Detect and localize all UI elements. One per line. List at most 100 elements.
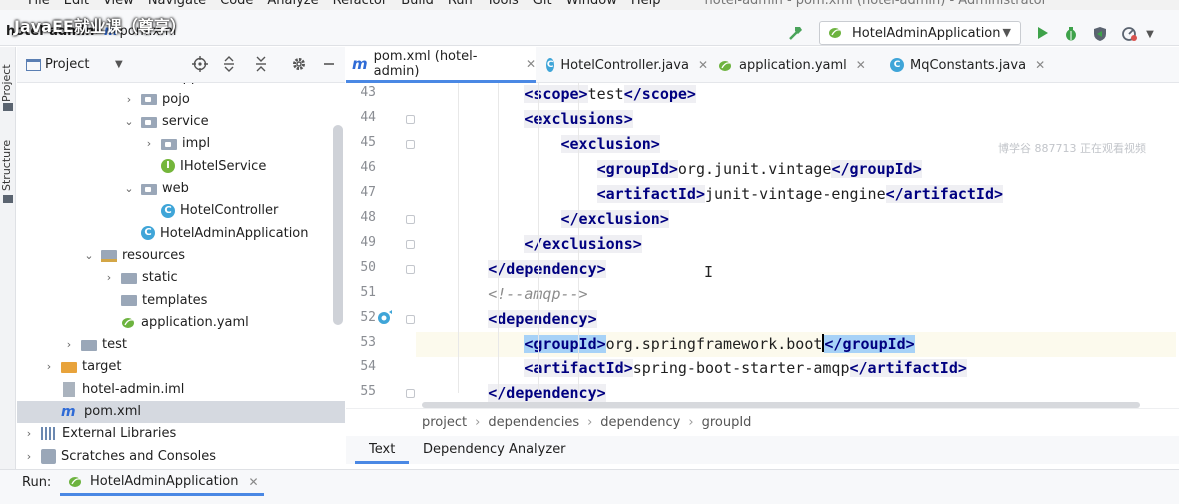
menu-item-file[interactable]: File: [28, 0, 50, 8]
editor-tab[interactable]: C HotelController.java ✕: [540, 47, 708, 83]
xml-tag[interactable]: </scope>: [623, 85, 696, 103]
menu-item-refactor[interactable]: Refactor: [333, 0, 388, 8]
xml-tag[interactable]: </artifactId>: [885, 184, 1004, 203]
close-icon[interactable]: ✕: [698, 58, 708, 72]
close-icon[interactable]: ✕: [1035, 58, 1045, 72]
menu-item-git[interactable]: Git: [533, 0, 552, 8]
chevron-right-icon[interactable]: ›: [123, 93, 135, 106]
tree-item[interactable]: ›mpom.xml: [17, 400, 345, 423]
menu-item-edit[interactable]: Edit: [64, 0, 89, 8]
menu-item-code[interactable]: Code: [220, 0, 253, 8]
breadcrumb-item[interactable]: groupId: [702, 415, 752, 430]
tree-item[interactable]: ›CHotelController: [17, 200, 345, 222]
chevron-right-icon[interactable]: ›: [23, 427, 35, 440]
xml-tag[interactable]: </groupId>: [831, 159, 922, 178]
fold-marker-icon[interactable]: [406, 139, 415, 149]
close-icon[interactable]: ✕: [856, 58, 866, 72]
chevron-right-icon[interactable]: ›: [23, 450, 35, 463]
code-editor[interactable]: 43 44 45 46 47 48 49 50 51 52 53 54 55 <scope>test</…: [346, 83, 1179, 408]
structure-tool-tab[interactable]: Structure: [0, 133, 16, 197]
menu-item-view[interactable]: View: [103, 0, 134, 8]
menu-item-help[interactable]: Help: [631, 0, 661, 8]
tree-item[interactable]: ›templates: [17, 289, 345, 311]
xml-tag[interactable]: <groupId>: [524, 334, 606, 353]
fold-marker-icon[interactable]: [406, 389, 415, 399]
xml-tag[interactable]: <artifactId>: [596, 184, 705, 203]
xml-tag[interactable]: </exclusion>: [560, 209, 669, 228]
run-config-selector[interactable]: HotelAdminApplication ▼: [819, 21, 1021, 45]
debug-icon[interactable]: [1062, 26, 1080, 44]
fold-marker-icon[interactable]: [406, 114, 415, 124]
chevron-down-icon[interactable]: ▼: [1141, 26, 1159, 44]
xml-tag[interactable]: </dependency>: [488, 259, 606, 278]
editor-tab[interactable]: application.yaml ✕: [712, 47, 878, 83]
menu-item-navigate[interactable]: Navigate: [148, 0, 206, 8]
locate-icon[interactable]: [191, 56, 209, 74]
xml-tag[interactable]: </artifactId>: [849, 359, 967, 378]
expand-all-icon[interactable]: [220, 56, 238, 74]
breadcrumb-item[interactable]: dependencies: [488, 415, 579, 430]
run-icon[interactable]: [1033, 26, 1051, 44]
chevron-right-icon[interactable]: ›: [43, 360, 55, 373]
breadcrumb-item[interactable]: dependency: [600, 415, 680, 430]
chevron-down-icon[interactable]: ⌄: [123, 182, 135, 195]
xml-tag[interactable]: <groupId>: [596, 159, 678, 178]
chevron-right-icon[interactable]: ›: [103, 271, 115, 284]
line-number: 47: [360, 184, 376, 200]
tree-item[interactable]: › External Libraries: [17, 423, 345, 445]
xml-tag[interactable]: <dependency>: [488, 309, 597, 328]
run-tab[interactable]: HotelAdminApplication ✕: [60, 470, 264, 496]
tree-item[interactable]: › impl: [17, 133, 345, 155]
build-hammer-icon[interactable]: [787, 24, 805, 42]
xml-tag[interactable]: <exclusion>: [560, 134, 660, 153]
fold-marker-icon[interactable]: [406, 239, 415, 249]
menu-item-analyze[interactable]: Analyze: [267, 0, 318, 8]
maven-run-gutter-icon[interactable]: [376, 309, 396, 325]
xml-tag[interactable]: </dependency>: [488, 384, 606, 403]
tree-item[interactable]: ⌄ resources: [17, 244, 345, 266]
project-panel-title[interactable]: Project: [45, 57, 89, 72]
menu-item-build[interactable]: Build: [401, 0, 434, 8]
menu-item-tools[interactable]: Tools: [487, 0, 519, 8]
chevron-down-icon[interactable]: ⌄: [83, 249, 95, 262]
line-number: 55: [360, 384, 376, 400]
xml-tag[interactable]: </exclusions>: [524, 234, 642, 253]
project-scrollbar[interactable]: [333, 125, 343, 325]
tree-item[interactable]: ›IIHotelService: [17, 155, 345, 177]
tree-item[interactable]: › target: [17, 356, 345, 378]
gear-icon[interactable]: [290, 56, 308, 74]
profiler-icon[interactable]: [1121, 26, 1139, 44]
tree-item[interactable]: ›CHotelAdminApplication: [17, 222, 345, 244]
xml-text: org.springframework.boot: [605, 334, 823, 353]
fold-marker-icon[interactable]: [406, 214, 415, 224]
tab-text[interactable]: Text: [355, 436, 410, 464]
tree-item[interactable]: ›mapper: [17, 83, 345, 88]
collapse-all-icon[interactable]: [252, 56, 270, 74]
tree-item[interactable]: ⌄ web: [17, 178, 345, 200]
breadcrumb-item[interactable]: project: [422, 415, 467, 430]
editor-tab[interactable]: m pom.xml (hotel-admin) ✕: [346, 47, 536, 83]
tree-item[interactable]: ⌄ service: [17, 111, 345, 133]
close-icon[interactable]: ✕: [526, 57, 536, 71]
editor-tab[interactable]: C MqConstants.java ✕: [884, 47, 1048, 83]
chevron-down-icon[interactable]: ▼: [115, 59, 123, 70]
coverage-icon[interactable]: [1091, 26, 1109, 44]
fold-marker-icon[interactable]: [406, 264, 415, 274]
close-icon[interactable]: ✕: [249, 475, 259, 489]
minimize-icon[interactable]: [320, 56, 338, 74]
menu-item-window[interactable]: Window: [566, 0, 617, 8]
tree-item[interactable]: › Scratches and Consoles: [17, 445, 345, 467]
tree-item[interactable]: › pojo: [17, 88, 345, 110]
chevron-down-icon[interactable]: ⌄: [123, 115, 135, 128]
tab-dependency-analyzer[interactable]: Dependency Analyzer: [409, 436, 580, 464]
chevron-right-icon[interactable]: ›: [143, 137, 155, 150]
tree-item[interactable]: › test: [17, 334, 345, 356]
menu-item-run[interactable]: Run: [448, 0, 473, 8]
xml-tag[interactable]: </groupId>: [824, 334, 915, 353]
chevron-right-icon[interactable]: ›: [63, 338, 75, 351]
project-tool-tab[interactable]: Project: [0, 59, 16, 107]
tree-item[interactable]: ›hotel-admin.iml: [17, 378, 345, 400]
tree-item[interactable]: › static: [17, 267, 345, 289]
fold-marker-icon[interactable]: [406, 314, 415, 324]
tree-item[interactable]: ›application.yaml: [17, 311, 345, 333]
